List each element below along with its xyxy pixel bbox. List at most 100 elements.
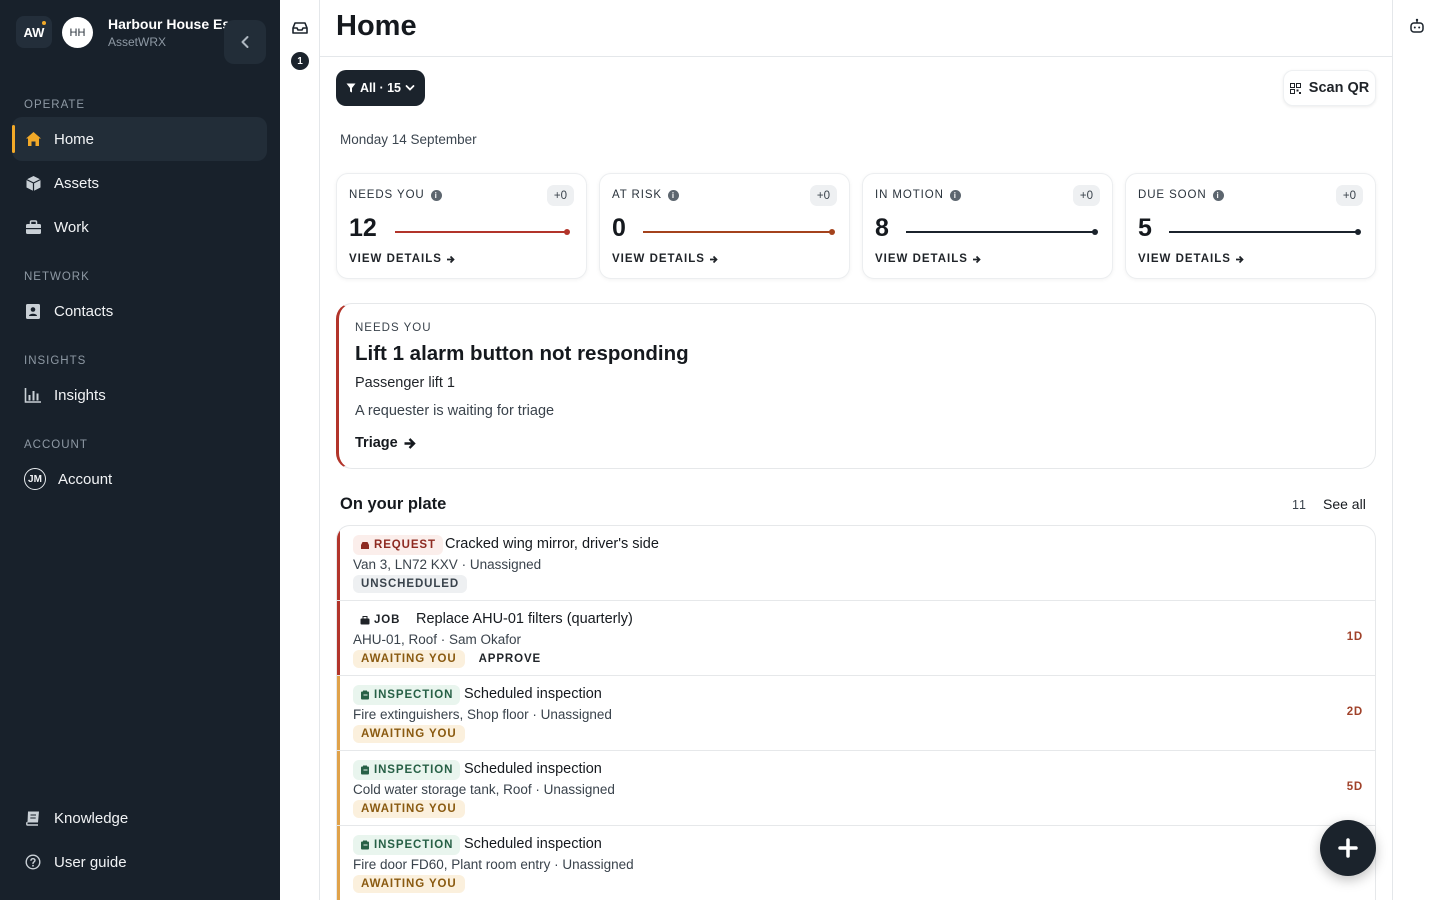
triage-button[interactable]: Triage	[355, 435, 416, 451]
sparkline	[643, 229, 835, 235]
type-chip-inspection: INSPECTION	[353, 835, 461, 855]
see-all-link[interactable]: See all	[1323, 496, 1366, 512]
status-badge: AWAITING YOU	[353, 725, 465, 743]
type-chip-inspection: INSPECTION	[353, 685, 461, 705]
stat-card-in-motion[interactable]: IN MOTION i +0 8 VIEW DETAILS	[862, 173, 1113, 279]
inbox-icon	[361, 541, 369, 549]
section-title: On your plate	[340, 495, 447, 513]
list-item[interactable]: INSPECTION Scheduled inspection Fire ext…	[337, 676, 1375, 751]
status-badge: AWAITING YOU	[353, 650, 465, 668]
row-subtitle: Van 3, LN72 KXV · Unassigned	[353, 557, 542, 572]
app-logo: AW	[16, 16, 52, 48]
sidebar-item-assets[interactable]: Assets	[12, 161, 267, 205]
clipboard-icon	[361, 690, 369, 700]
sidebar-item-account[interactable]: JM Account	[12, 457, 267, 501]
collapse-sidebar-button[interactable]	[224, 20, 266, 64]
row-tags: AWAITING YOU	[353, 800, 465, 818]
row-title: Cracked wing mirror, driver's side	[445, 536, 659, 552]
chevron-down-icon	[405, 85, 415, 91]
help-icon	[24, 853, 42, 871]
sidebar-item-label: Knowledge	[54, 809, 129, 827]
plate-list: REQUEST Cracked wing mirror, driver's si…	[336, 525, 1376, 900]
row-subtitle: Fire extinguishers, Shop floor · Unassig…	[353, 707, 612, 722]
row-title: Scheduled inspection	[464, 836, 602, 852]
stat-label: AT RISK i	[612, 189, 679, 201]
approve-badge[interactable]: APPROVE	[470, 650, 550, 668]
current-date: Monday 14 September	[340, 132, 477, 147]
info-icon: i	[667, 189, 679, 201]
list-item[interactable]: JOB Replace AHU-01 filters (quarterly) A…	[337, 601, 1375, 676]
stat-card-due-soon[interactable]: DUE SOON i +0 5 VIEW DETAILS	[1125, 173, 1376, 279]
workspace-avatar: HH	[62, 17, 93, 48]
list-item[interactable]: INSPECTION Scheduled inspection Cold wat…	[337, 751, 1375, 826]
info-icon: i	[949, 189, 961, 201]
sidebar-item-home[interactable]: Home	[12, 117, 267, 161]
stat-delta: +0	[546, 185, 574, 206]
list-item[interactable]: INSPECTION Scheduled inspection Fire doo…	[337, 826, 1375, 900]
arrow-right-icon	[1235, 255, 1244, 263]
status-badge: UNSCHEDULED	[353, 575, 468, 593]
view-details-link[interactable]: VIEW DETAILS	[1138, 253, 1244, 265]
add-button[interactable]	[1320, 820, 1376, 876]
sidebar-item-contacts[interactable]: Contacts	[12, 289, 267, 333]
alert-title: Lift 1 alarm button not responding	[355, 342, 689, 365]
contacts-icon	[24, 302, 42, 320]
sidebar-item-label: Contacts	[54, 302, 114, 320]
row-title: Scheduled inspection	[464, 686, 602, 702]
briefcase-icon	[360, 615, 370, 624]
sidebar-item-insights[interactable]: Insights	[12, 373, 267, 417]
arrow-right-icon	[709, 255, 718, 263]
view-details-link[interactable]: VIEW DETAILS	[875, 253, 981, 265]
box-icon	[24, 174, 42, 192]
sidebar-item-label: Work	[54, 218, 89, 236]
plate-count: 11	[1292, 498, 1307, 512]
alert-kicker: NEEDS YOU	[355, 322, 432, 334]
row-tags: AWAITING YOU	[353, 875, 465, 893]
needs-you-card[interactable]: NEEDS YOU Lift 1 alarm button not respon…	[336, 303, 1376, 469]
stat-card-needs-you[interactable]: NEEDS YOU i +0 12 VIEW DETAILS	[336, 173, 587, 279]
filter-icon	[346, 83, 356, 93]
info-icon: i	[430, 189, 442, 201]
assistant-rail	[1392, 0, 1440, 900]
filter-dropdown[interactable]: All · 15	[336, 70, 425, 106]
arrow-right-icon	[972, 255, 981, 263]
arrow-right-icon	[446, 255, 455, 263]
briefcase-icon	[24, 218, 42, 236]
inbox-count-badge: 1	[291, 52, 309, 70]
sidebar-item-knowledge[interactable]: Knowledge	[12, 796, 267, 840]
sidebar-item-label: Insights	[54, 386, 106, 404]
plus-icon	[1338, 838, 1358, 858]
clipboard-icon	[361, 840, 369, 850]
stat-delta: +0	[809, 185, 837, 206]
stat-card-at-risk[interactable]: AT RISK i +0 0 VIEW DETAILS	[599, 173, 850, 279]
type-chip-inspection: INSPECTION	[353, 760, 461, 780]
inbox-icon[interactable]	[291, 19, 309, 37]
sparkline	[906, 229, 1098, 235]
view-details-link[interactable]: VIEW DETAILS	[612, 253, 718, 265]
sidebar-item-work[interactable]: Work	[12, 205, 267, 249]
sidebar-item-label: Assets	[54, 174, 100, 192]
alert-note: A requester is waiting for triage	[355, 403, 555, 419]
stat-label: NEEDS YOU i	[349, 189, 442, 201]
stat-value: 0	[612, 214, 626, 242]
sidebar: AW HH Harbour House Es... AssetWRX OPERA…	[0, 0, 280, 900]
qr-icon	[1289, 82, 1301, 94]
stat-value: 12	[349, 214, 377, 242]
sparkline	[395, 229, 570, 235]
robot-icon[interactable]	[1408, 17, 1426, 35]
due-indicator: 2D	[1346, 706, 1363, 718]
account-avatar: JM	[24, 468, 46, 490]
list-item[interactable]: REQUEST Cracked wing mirror, driver's si…	[337, 526, 1375, 601]
due-indicator: 5D	[1346, 781, 1363, 793]
type-chip-job: JOB	[353, 610, 408, 630]
view-details-link[interactable]: VIEW DETAILS	[349, 253, 455, 265]
info-icon: i	[1212, 189, 1224, 201]
clipboard-icon	[361, 765, 369, 775]
status-badge: AWAITING YOU	[353, 875, 465, 893]
scan-qr-button[interactable]: Scan QR	[1283, 70, 1376, 106]
row-title: Scheduled inspection	[464, 761, 602, 777]
sidebar-item-label: Account	[58, 470, 113, 488]
sidebar-item-label: Home	[54, 130, 95, 148]
sidebar-item-user-guide[interactable]: User guide	[12, 840, 267, 884]
section-label-operate: OPERATE	[24, 99, 86, 111]
